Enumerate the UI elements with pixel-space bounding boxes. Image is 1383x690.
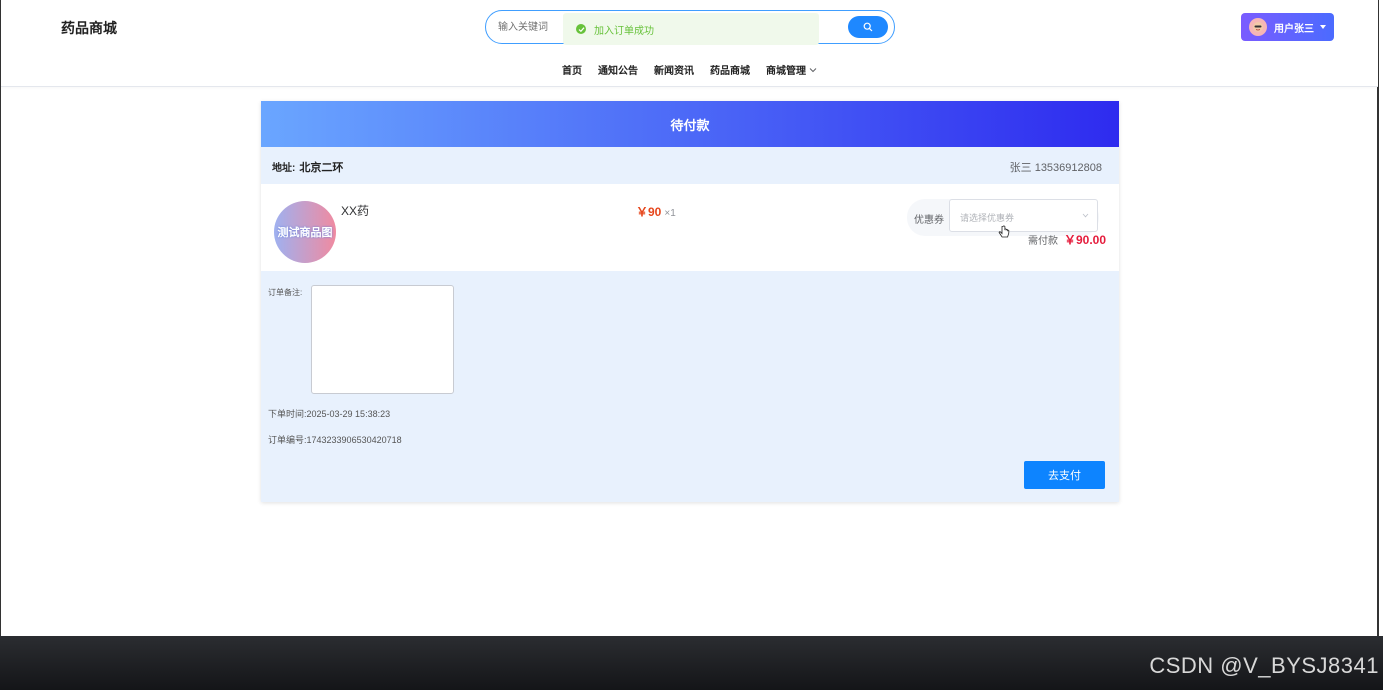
nav-dropdown-label: 商城管理 (766, 66, 806, 77)
nav-item-notices[interactable]: 通知公告 (598, 62, 638, 77)
address-value: 北京二环 (299, 162, 344, 174)
order-status-title: 待付款 (261, 101, 1119, 147)
caret-down-icon (1320, 25, 1326, 29)
user-face-icon (1253, 22, 1263, 32)
remark-label: 订单备注: (268, 288, 303, 297)
product-qty: ×1 (664, 208, 676, 219)
hand-cursor-icon (998, 225, 1010, 238)
coupon-select[interactable]: 请选择优惠券 (949, 199, 1098, 232)
amount-due: 需付款 ￥90.00 (1028, 231, 1106, 248)
remark-textarea[interactable] (311, 285, 454, 394)
product-name: XX药 (341, 204, 370, 218)
order-item: 测试商品图 XX药 ￥90 ×1 优惠券 请选择优惠券 需付款 ￥90.00 (261, 184, 1119, 271)
toast-message: 加入订单成功 (594, 25, 654, 37)
product-image[interactable]: 测试商品图 (274, 201, 336, 263)
nav-item-news[interactable]: 新闻资讯 (654, 62, 694, 77)
address-label: 地址: (272, 163, 296, 174)
amount-due-label: 需付款 (1027, 236, 1058, 247)
contact-info: 张三 13536912808 (1009, 162, 1102, 174)
user-name: 用户张三 (1274, 23, 1314, 35)
watermark: CSDN @V_BYSJ8341 (1149, 653, 1379, 678)
main-nav: 首页 通知公告 新闻资讯 药品商城 商城管理 (1, 62, 1378, 77)
user-menu-button[interactable]: 用户张三 (1241, 13, 1334, 41)
pay-button[interactable]: 去支付 (1024, 461, 1105, 489)
coupon-label: 优惠券 (914, 215, 944, 226)
order-number: 订单编号:1743233906530420718 (268, 433, 402, 446)
order-time-value: 2025-03-29 15:38:23 (306, 409, 391, 419)
avatar (1249, 18, 1267, 36)
order-time: 下单时间:2025-03-29 15:38:23 (268, 407, 390, 420)
success-toast: 加入订单成功 (563, 13, 819, 45)
search-button[interactable] (848, 16, 888, 38)
order-number-label: 订单编号: (268, 435, 307, 445)
site-logo[interactable]: 药品商城 (61, 18, 117, 38)
nav-item-shop-management[interactable]: 商城管理 (766, 62, 817, 77)
product-price: ￥90 ×1 (636, 203, 676, 220)
header: 药品商城 加入订单成功 用户张三 首页 通知公告 新闻资讯 药品商城 (1, 0, 1378, 87)
coupon-placeholder: 请选择优惠券 (960, 213, 1015, 223)
order-number-value: 1743233906530420718 (306, 435, 402, 445)
search-icon (863, 22, 873, 32)
nav-item-shop[interactable]: 药品商城 (710, 62, 750, 77)
order-panel: 待付款 地址: 北京二环 张三 13536912808 测试商品图 XX药 ￥90… (261, 101, 1119, 502)
chevron-down-icon (1082, 213, 1089, 218)
chevron-down-icon (809, 67, 817, 72)
nav-item-home[interactable]: 首页 (562, 62, 582, 77)
amount-due-value: ￥90.00 (1063, 233, 1106, 247)
address-row: 地址: 北京二环 张三 13536912808 (261, 147, 1119, 184)
order-time-label: 下单时间: (268, 409, 307, 419)
footer-bar: CSDN @V_BYSJ8341 (0, 636, 1383, 690)
price-value: ￥90 (636, 205, 662, 219)
app-frame: 药品商城 加入订单成功 用户张三 首页 通知公告 新闻资讯 药品商城 (0, 0, 1379, 636)
address-info: 地址: 北京二环 (272, 159, 343, 175)
check-circle-icon (576, 24, 586, 34)
product-image-text: 测试商品图 (277, 227, 333, 239)
